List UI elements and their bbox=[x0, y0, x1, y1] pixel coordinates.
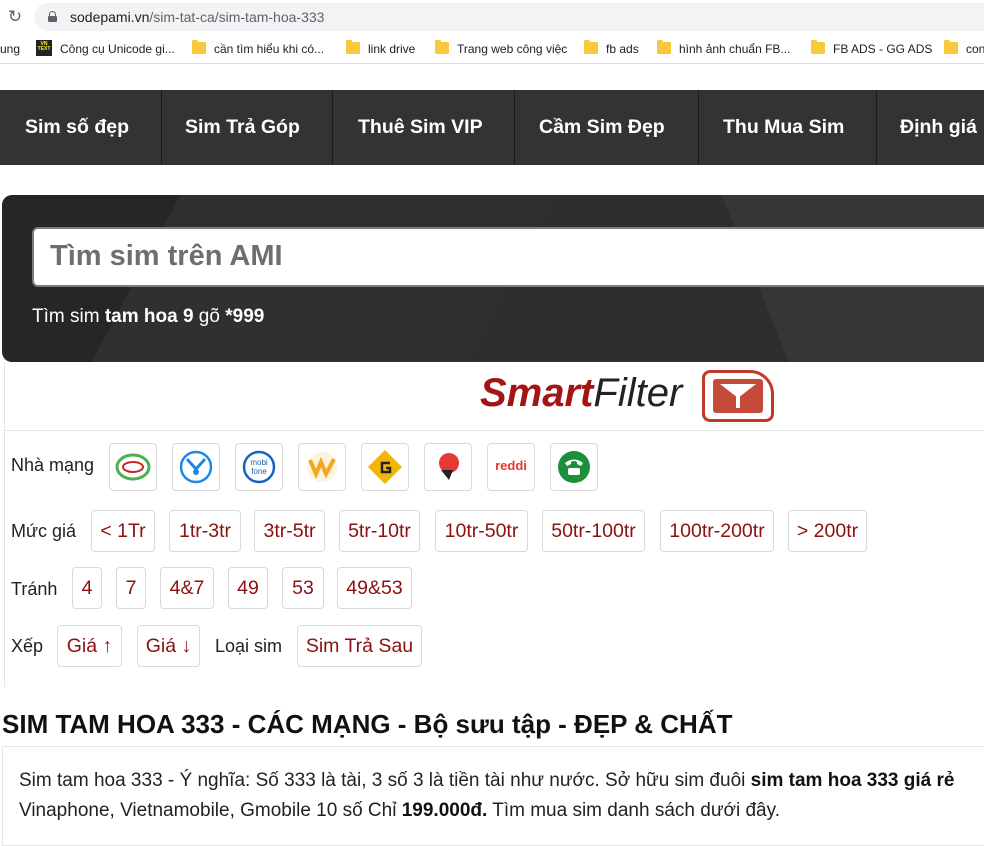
price-filter-chip[interactable]: 5tr-10tr bbox=[339, 510, 420, 552]
mobifone-logo-icon: mobifone bbox=[242, 450, 276, 484]
nav-item-thu-mua-sim[interactable]: Thu Mua Sim bbox=[723, 90, 844, 165]
main-nav: Sim số đẹp Sim Trả Góp Thuê Sim VIP Cầm … bbox=[0, 90, 984, 165]
carrier-mobifone-button[interactable]: mobi fone bbox=[235, 443, 283, 491]
nav-item-thue-sim-vip[interactable]: Thuê Sim VIP bbox=[358, 90, 483, 165]
bookmark-item[interactable]: cần tìm hiểu khi có... bbox=[214, 42, 324, 56]
bookmark-item[interactable]: ung bbox=[0, 42, 20, 56]
carrier-label: Nhà mạng bbox=[11, 455, 95, 475]
carrier-vinaphone-button[interactable] bbox=[172, 443, 220, 491]
smart-filter-title: SmartFilter bbox=[480, 371, 683, 415]
folder-icon bbox=[657, 40, 671, 54]
price-filter-chip[interactable]: 50tr-100tr bbox=[542, 510, 645, 552]
sim-type-label: Loại sim bbox=[215, 636, 283, 656]
sort-price-desc-button[interactable]: Giá ↓ bbox=[137, 625, 200, 667]
vinaphone-logo-icon bbox=[179, 450, 213, 484]
nav-item-dinh-gia[interactable]: Định giá bbox=[900, 90, 977, 165]
bookmark-item[interactable]: Trang web công việc bbox=[457, 42, 567, 56]
folder-icon bbox=[584, 40, 598, 54]
avoid-filter-chip[interactable]: 49&53 bbox=[337, 567, 412, 609]
bookmark-item[interactable]: link drive bbox=[368, 42, 415, 56]
folder-icon bbox=[346, 40, 360, 54]
reload-icon[interactable]: ↻ bbox=[6, 8, 24, 26]
folder-icon bbox=[435, 40, 449, 54]
bookmark-item[interactable]: Công cụ Unicode gi... bbox=[60, 42, 175, 56]
search-hint: Tìm sim tam hoa 9 gõ *999 bbox=[32, 306, 265, 327]
avoid-filter-chip[interactable]: 4 bbox=[72, 567, 102, 609]
url-bar[interactable]: sodepami.vn/sim-tat-ca/sim-tam-hoa-333 bbox=[34, 3, 984, 31]
bookmark-item[interactable]: con bbox=[966, 42, 984, 56]
browser-address-bar: ↻ sodepami.vn/sim-tat-ca/sim-tam-hoa-333 bbox=[0, 0, 984, 35]
bookmark-item[interactable]: hình ảnh chuẩn FB... bbox=[679, 42, 790, 56]
carrier-reddi-button[interactable]: reddi bbox=[487, 443, 535, 491]
bookmark-item[interactable]: FB ADS - GG ADS bbox=[833, 42, 932, 56]
sort-price-asc-button[interactable]: Giá ↑ bbox=[57, 625, 122, 667]
lock-icon[interactable] bbox=[48, 11, 57, 22]
price-filter-chip[interactable]: > 200tr bbox=[788, 510, 867, 552]
price-label: Mức giá bbox=[11, 521, 77, 541]
carrier-vietnamobile-button[interactable] bbox=[298, 443, 346, 491]
avoid-label: Tránh bbox=[11, 579, 58, 599]
avoid-filter-chip[interactable]: 4&7 bbox=[160, 567, 214, 609]
vietnamese-text-favicon-icon: VN TEXT bbox=[36, 40, 52, 56]
nav-item-sim-so-dep[interactable]: Sim số đẹp bbox=[25, 90, 129, 165]
nav-item-sim-tra-gop[interactable]: Sim Trả Góp bbox=[185, 90, 300, 165]
folder-icon bbox=[944, 40, 958, 54]
gmobile-logo-icon bbox=[368, 450, 402, 484]
price-filter-chip[interactable]: 10tr-50tr bbox=[435, 510, 528, 552]
itel-logo-icon bbox=[439, 453, 459, 480]
page-title: SIM TAM HOA 333 - CÁC MẠNG - Bộ sưu tập … bbox=[2, 709, 733, 739]
search-input[interactable]: Tìm sim trên AMI bbox=[32, 227, 984, 287]
folder-icon bbox=[811, 40, 825, 54]
svg-text:fone: fone bbox=[251, 467, 267, 476]
price-filter-chip[interactable]: 1tr-3tr bbox=[169, 510, 241, 552]
carrier-gmobile-button[interactable] bbox=[361, 443, 409, 491]
svg-text:mobi: mobi bbox=[250, 458, 268, 467]
telephone-icon bbox=[558, 451, 590, 483]
svg-text:reddi: reddi bbox=[495, 458, 527, 473]
avoid-filter-chip[interactable]: 49 bbox=[228, 567, 268, 609]
smart-filter-header: SmartFilter bbox=[5, 362, 984, 431]
url-text[interactable]: sodepami.vn/sim-tat-ca/sim-tam-hoa-333 bbox=[70, 9, 324, 25]
bookmark-item[interactable]: fb ads bbox=[606, 42, 639, 56]
price-filter-chip[interactable]: < 1Tr bbox=[91, 510, 155, 552]
sim-filter-logo-icon bbox=[702, 370, 774, 422]
avoid-filter-chip[interactable]: 53 bbox=[282, 567, 324, 609]
viettel-logo-icon bbox=[115, 453, 151, 481]
reddi-logo-icon: reddi bbox=[495, 458, 527, 473]
bookmarks-bar: ung VN TEXT Công cụ Unicode gi... cần tìm… bbox=[0, 35, 984, 64]
price-filter-chip[interactable]: 3tr-5tr bbox=[254, 510, 325, 552]
carrier-landline-button[interactable] bbox=[550, 443, 598, 491]
carrier-itel-button[interactable] bbox=[424, 443, 472, 491]
folder-icon bbox=[192, 40, 206, 54]
vietnamobile-logo-icon bbox=[307, 452, 337, 482]
nav-item-cam-sim-dep[interactable]: Cầm Sim Đẹp bbox=[539, 90, 665, 165]
sim-type-chip[interactable]: Sim Trả Sau bbox=[297, 625, 422, 667]
price-filter-chip[interactable]: 100tr-200tr bbox=[660, 510, 774, 552]
carrier-viettel-button[interactable] bbox=[109, 443, 157, 491]
article-text: Sim tam hoa 333 - Ý nghĩa: Số 333 là tài… bbox=[19, 770, 955, 821]
avoid-filter-chip[interactable]: 7 bbox=[116, 567, 146, 609]
sort-label: Xếp bbox=[11, 636, 44, 656]
